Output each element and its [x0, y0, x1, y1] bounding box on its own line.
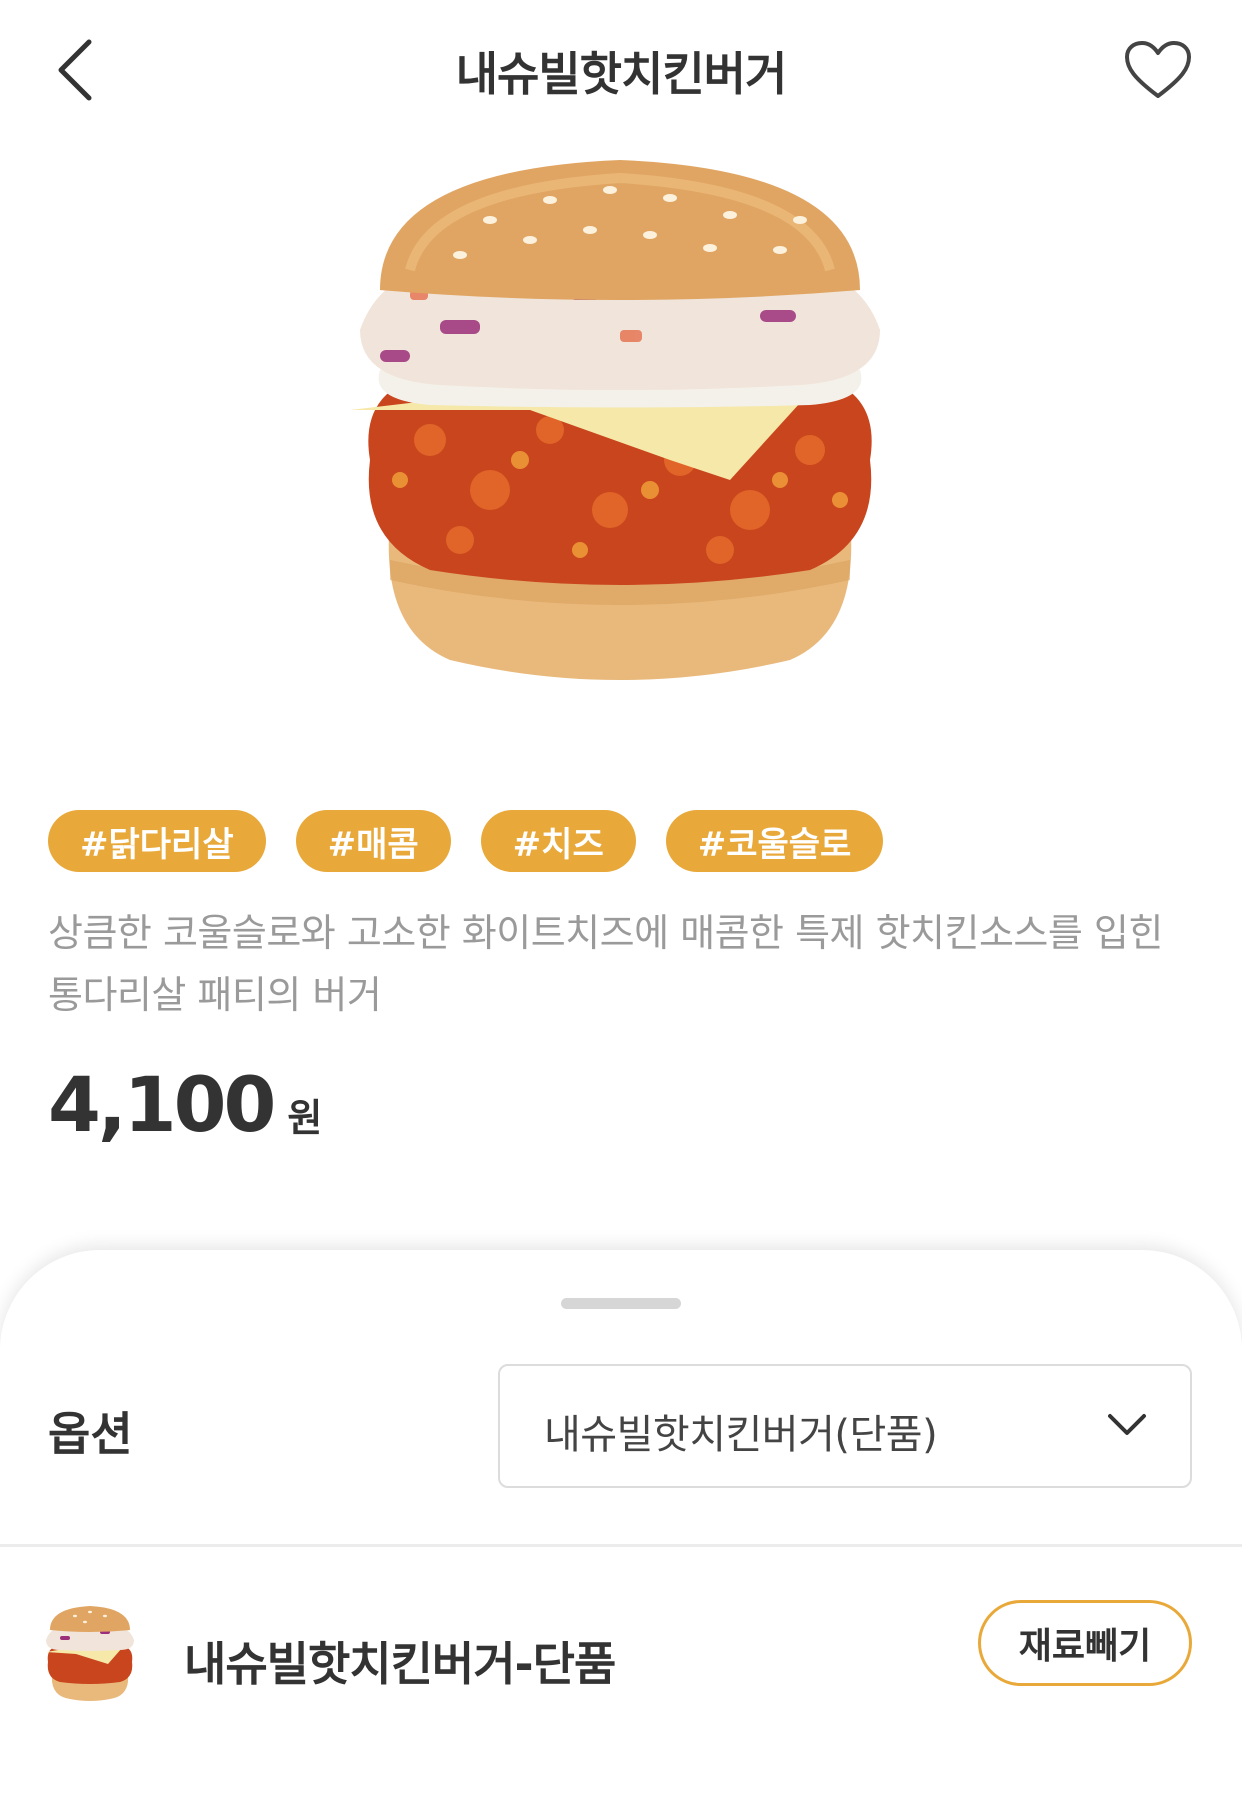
- page-title: 내슈빌핫치킨버거: [455, 47, 788, 101]
- favorite-button[interactable]: [1118, 30, 1198, 110]
- tag-chip[interactable]: #코울슬로: [665, 810, 884, 872]
- tag-list: #닭다리살 #매콤 #치즈 #코울슬로: [48, 810, 884, 872]
- price-value: 4,100: [48, 1060, 276, 1149]
- price: 4,100 원: [48, 1060, 322, 1149]
- price-unit: 원: [287, 1096, 323, 1140]
- top-bar: 내슈빌핫치킨버거: [0, 0, 1242, 140]
- option-bottom-sheet: 옵션 내슈빌핫치킨버거(단품) 내슈빌핫치킨버거-단품 재료빼기: [0, 1250, 1242, 1810]
- chevron-down-icon: [1108, 1414, 1146, 1435]
- product-description: 상큼한 코울슬로와 고소한 화이트치즈에 매콤한 특제 핫치킨소스를 입힌 통다…: [48, 911, 1163, 1017]
- divider: [0, 1544, 1242, 1547]
- tag-chip[interactable]: #닭다리살: [48, 810, 266, 872]
- selected-item-name: 내슈빌핫치킨버거-단품: [184, 1637, 616, 1691]
- selected-item-row: 내슈빌핫치킨버거-단품 재료빼기: [0, 1580, 1242, 1760]
- heart-outline-icon: [1125, 41, 1191, 98]
- burger-thumbnail: [46, 1606, 134, 1701]
- option-dropdown[interactable]: 내슈빌핫치킨버거(단품): [498, 1364, 1192, 1488]
- option-selected-value: 내슈빌핫치킨버거(단품): [544, 1412, 938, 1458]
- tag-chip[interactable]: #매콤: [295, 810, 451, 872]
- tag-chip[interactable]: #치즈: [480, 810, 636, 872]
- remove-ingredients-button[interactable]: 재료빼기: [978, 1600, 1192, 1686]
- option-label: 옵션: [48, 1407, 133, 1461]
- sheet-grab-handle[interactable]: [561, 1298, 681, 1309]
- burger-image: [350, 160, 880, 680]
